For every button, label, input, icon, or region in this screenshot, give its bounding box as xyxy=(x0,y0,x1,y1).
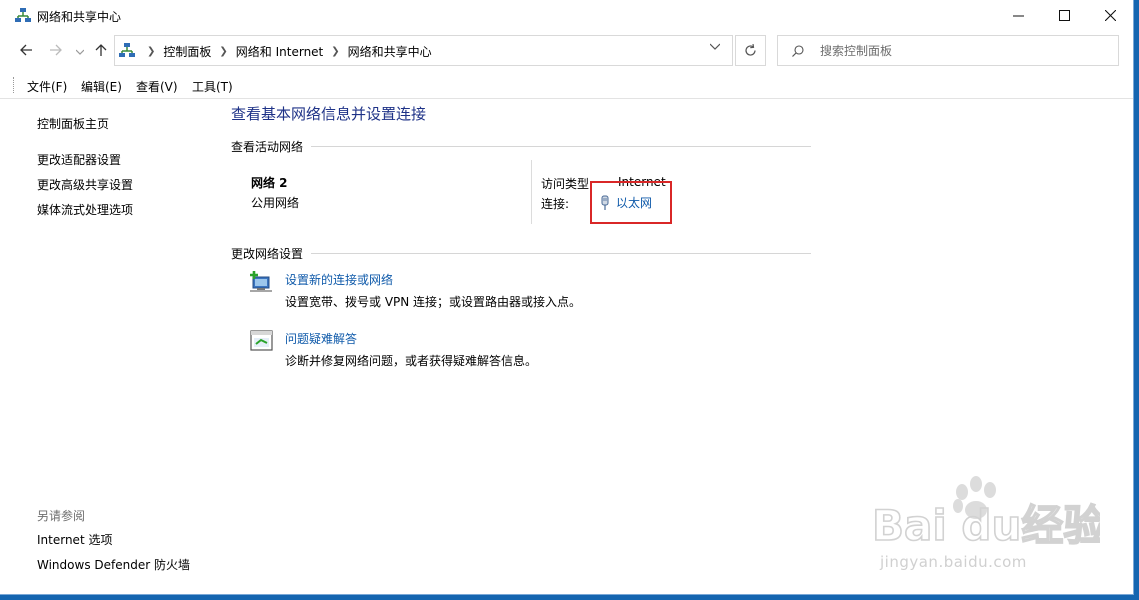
menu-file[interactable]: 文件(F) xyxy=(27,78,67,95)
maximize-button[interactable] xyxy=(1041,0,1087,31)
title-bar: 网络和共享中心 xyxy=(0,0,1133,31)
page-title: 查看基本网络信息并设置连接 xyxy=(231,105,427,123)
arrow-left-icon xyxy=(20,44,32,56)
recent-locations-button[interactable] xyxy=(69,41,91,63)
setup-new-connection-link[interactable]: 设置新的连接或网络 xyxy=(285,271,393,288)
sidebar-item-control-panel-home[interactable]: 控制面板主页 xyxy=(37,115,109,132)
menu-tools[interactable]: 工具(T) xyxy=(192,78,233,95)
network-sharing-center-window: 网络和共享中心 ❯ 控制面板 ❯ 网络和 Internet ❯ 网络和共享中心 … xyxy=(0,0,1134,595)
address-dropdown-button[interactable] xyxy=(709,42,721,53)
sidebar-item-advanced-sharing[interactable]: 更改高级共享设置 xyxy=(37,176,133,193)
change-settings-section-header: 更改网络设置 xyxy=(231,245,811,262)
troubleshoot-icon xyxy=(250,330,273,351)
highlight-annotation-box xyxy=(590,181,672,224)
access-type-label: 访问类型: xyxy=(541,177,594,191)
troubleshoot-problems-link[interactable]: 问题疑难解答 xyxy=(285,330,357,347)
search-box[interactable] xyxy=(777,35,1119,66)
breadcrumb-network-sharing-center[interactable]: 网络和共享中心 xyxy=(348,43,432,60)
search-icon xyxy=(792,44,804,57)
see-also-heading: 另请参阅 xyxy=(37,509,86,523)
forward-button[interactable] xyxy=(45,39,67,61)
active-networks-section-header: 查看活动网络 xyxy=(231,138,811,155)
network-name: 网络 2 xyxy=(251,176,288,190)
breadcrumb-separator-icon: ❯ xyxy=(219,46,228,57)
up-button[interactable] xyxy=(90,39,112,61)
breadcrumb-separator-icon: ❯ xyxy=(331,46,340,57)
watermark-url: jingyan.baidu.com xyxy=(880,553,1027,571)
watermark-logo-text: Bai du经验 xyxy=(872,501,1100,550)
vertical-divider xyxy=(531,160,532,224)
chevron-down-icon xyxy=(76,49,84,55)
network-app-icon xyxy=(15,8,31,22)
section-divider xyxy=(311,146,811,147)
setup-new-connection-description: 设置宽带、拨号或 VPN 连接；或设置路由器或接入点。 xyxy=(285,295,582,309)
chevron-down-icon xyxy=(709,43,721,50)
minimize-button[interactable] xyxy=(995,0,1041,31)
see-also-internet-options[interactable]: Internet 选项 xyxy=(37,531,112,548)
connection-label: 连接: xyxy=(541,197,570,211)
window-title: 网络和共享中心 xyxy=(37,10,122,24)
menu-edit[interactable]: 编辑(E) xyxy=(81,78,122,95)
breadcrumb: ❯ 控制面板 ❯ 网络和 Internet ❯ 网络和共享中心 xyxy=(139,43,432,60)
troubleshoot-problems-description: 诊断并修复网络问题，或者获得疑难解答信息。 xyxy=(285,354,538,368)
sidebar-item-media-streaming[interactable]: 媒体流式处理选项 xyxy=(37,201,133,218)
change-settings-heading: 更改网络设置 xyxy=(231,247,304,261)
breadcrumb-separator-icon: ❯ xyxy=(147,46,156,57)
sidebar-item-adapter-settings[interactable]: 更改适配器设置 xyxy=(37,151,121,168)
refresh-button[interactable] xyxy=(735,35,766,66)
close-button[interactable] xyxy=(1087,0,1133,31)
close-icon xyxy=(1104,10,1116,21)
maximize-icon xyxy=(1058,10,1070,21)
address-bar[interactable]: ❯ 控制面板 ❯ 网络和 Internet ❯ 网络和共享中心 xyxy=(114,35,733,66)
minimize-icon xyxy=(1012,15,1024,17)
navigation-bar: ❯ 控制面板 ❯ 网络和 Internet ❯ 网络和共享中心 xyxy=(0,34,1133,68)
refresh-icon xyxy=(745,44,756,56)
new-connection-icon xyxy=(250,271,272,292)
search-input[interactable] xyxy=(818,42,1112,59)
arrow-right-icon xyxy=(50,44,62,56)
breadcrumb-control-panel[interactable]: 控制面板 xyxy=(163,43,211,60)
active-networks-heading: 查看活动网络 xyxy=(231,140,304,154)
back-button[interactable] xyxy=(15,39,37,61)
network-category-link[interactable]: 公用网络 xyxy=(251,194,299,211)
menu-bar: 文件(F) 编辑(E) 查看(V) 工具(T) xyxy=(0,72,1133,99)
menu-grip xyxy=(13,77,15,93)
menu-view[interactable]: 查看(V) xyxy=(136,78,178,95)
section-divider xyxy=(311,253,811,254)
control-panel-icon xyxy=(119,43,135,57)
see-also-windows-defender-firewall[interactable]: Windows Defender 防火墙 xyxy=(37,556,190,573)
breadcrumb-network-internet[interactable]: 网络和 Internet xyxy=(236,43,323,60)
arrow-up-icon xyxy=(95,44,107,56)
